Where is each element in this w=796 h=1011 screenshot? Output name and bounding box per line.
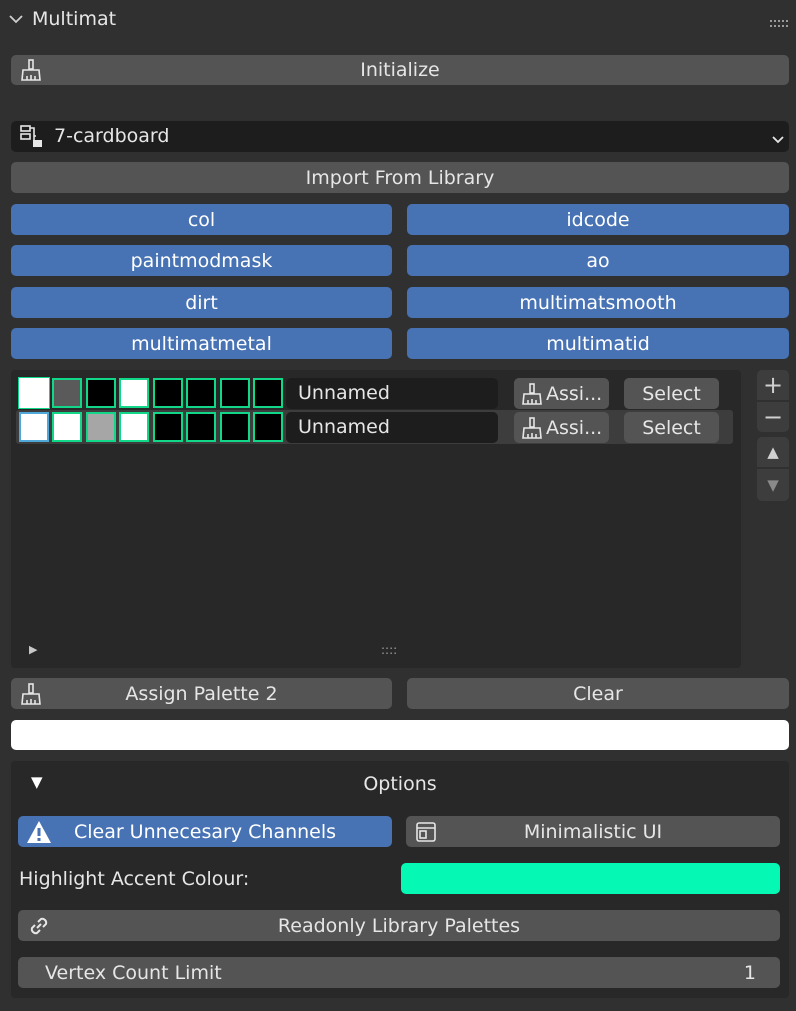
clear-button[interactable]: Clear bbox=[407, 678, 789, 709]
palette-swatch[interactable] bbox=[19, 412, 49, 442]
select-label: Select bbox=[642, 416, 701, 439]
channel-label: ao bbox=[586, 249, 610, 272]
move-up-button[interactable]: ▲ bbox=[757, 437, 789, 467]
select-palette-button[interactable]: Select bbox=[624, 378, 719, 409]
options-title: Options bbox=[363, 773, 437, 795]
palette-name-field[interactable]: Unnamed bbox=[286, 378, 498, 409]
palette-swatch[interactable] bbox=[186, 378, 216, 408]
channel-button-multimatsmooth[interactable]: multimatsmooth bbox=[407, 287, 789, 318]
initialize-button[interactable]: Initialize bbox=[11, 55, 789, 85]
palette-swatch[interactable] bbox=[86, 412, 116, 442]
import-label: Import From Library bbox=[305, 166, 495, 189]
select-palette-button[interactable]: Select bbox=[624, 412, 719, 443]
palette-swatch[interactable] bbox=[119, 378, 149, 408]
material-name: 7-cardboard bbox=[54, 125, 170, 147]
readonly-library-palettes-toggle[interactable]: Readonly Library Palettes bbox=[18, 910, 780, 941]
channel-button-paintmodmask[interactable]: paintmodmask bbox=[11, 245, 392, 276]
highlight-accent-label: Highlight Accent Colour: bbox=[19, 868, 250, 890]
vertex-limit-value: 1 bbox=[743, 961, 756, 984]
add-palette-button[interactable]: + bbox=[757, 370, 789, 400]
palette-name: Unnamed bbox=[298, 382, 390, 404]
palette-swatch[interactable] bbox=[52, 378, 82, 408]
palette-swatch[interactable] bbox=[86, 378, 116, 408]
chevron-down-icon bbox=[771, 130, 785, 152]
options-header[interactable]: ▼ Options bbox=[11, 761, 789, 807]
material-dropdown[interactable]: 7-cardboard bbox=[11, 121, 789, 152]
link-icon bbox=[26, 913, 52, 939]
options-panel: ▼ Options Clear Unnecesary Channels Mini… bbox=[11, 761, 789, 998]
palette-name: Unnamed bbox=[298, 416, 390, 438]
select-label: Select bbox=[642, 382, 701, 405]
channel-label: paintmodmask bbox=[130, 249, 273, 272]
palette-swatch[interactable] bbox=[18, 377, 50, 409]
triangle-down-icon: ▼ bbox=[767, 476, 779, 494]
channel-label: multimatsmooth bbox=[519, 291, 677, 314]
palette-swatch[interactable] bbox=[220, 378, 250, 408]
node-tree-icon bbox=[19, 124, 43, 153]
readonly-label: Readonly Library Palettes bbox=[277, 914, 521, 937]
brush-icon bbox=[19, 682, 43, 706]
assign-label: Assi... bbox=[546, 382, 603, 405]
channel-button-multimatmetal[interactable]: multimatmetal bbox=[11, 328, 392, 359]
minimalistic-ui-toggle[interactable]: Minimalistic UI bbox=[406, 816, 780, 847]
assign-label: Assi... bbox=[546, 416, 603, 439]
channel-button-multimatid[interactable]: multimatid bbox=[407, 328, 789, 359]
drag-grip-icon[interactable] bbox=[770, 12, 792, 34]
move-down-button[interactable]: ▼ bbox=[757, 469, 789, 501]
expand-filter-toggle[interactable]: ▶ bbox=[29, 643, 37, 656]
panel-header[interactable]: Multimat bbox=[0, 0, 796, 40]
channel-label: idcode bbox=[566, 208, 630, 231]
assign-palette-button[interactable]: Assi... bbox=[514, 412, 609, 443]
highlight-accent-color-swatch[interactable] bbox=[401, 863, 780, 894]
plus-icon: + bbox=[762, 371, 784, 399]
list-item[interactable]: Unnamed Assi... Select bbox=[16, 410, 733, 444]
assign-palette-button[interactable]: Assi... bbox=[514, 378, 609, 409]
assign-palette-2-button[interactable]: Assign Palette 2 bbox=[11, 678, 392, 709]
channel-button-col[interactable]: col bbox=[11, 204, 392, 235]
palette-swatch[interactable] bbox=[253, 412, 283, 442]
list-resize-grip[interactable]: :::: bbox=[381, 643, 397, 657]
brush-icon bbox=[520, 382, 544, 406]
active-color-field[interactable] bbox=[11, 720, 789, 750]
minimalistic-label: Minimalistic UI bbox=[523, 820, 663, 843]
channel-button-ao[interactable]: ao bbox=[407, 245, 789, 276]
list-item[interactable]: Unnamed Assi... Select bbox=[16, 376, 731, 410]
vertex-limit-label: Vertex Count Limit bbox=[45, 961, 222, 984]
panel-title: Multimat bbox=[32, 8, 117, 30]
channel-label: dirt bbox=[185, 291, 218, 314]
chevron-down-icon[interactable] bbox=[8, 10, 24, 32]
palette-name-field[interactable]: Unnamed bbox=[286, 412, 498, 443]
channel-label: multimatmetal bbox=[131, 332, 272, 355]
remove-palette-button[interactable]: − bbox=[757, 402, 789, 432]
palette-swatch[interactable] bbox=[119, 412, 149, 442]
clear-label: Clear bbox=[573, 682, 623, 705]
channel-label: col bbox=[187, 208, 216, 231]
palette-swatch[interactable] bbox=[220, 412, 250, 442]
clear-channels-label: Clear Unnecesary Channels bbox=[73, 820, 337, 843]
palette-swatch[interactable] bbox=[153, 412, 183, 442]
channel-button-dirt[interactable]: dirt bbox=[11, 287, 392, 318]
triangle-up-icon: ▲ bbox=[767, 443, 779, 461]
palette-swatch[interactable] bbox=[186, 412, 216, 442]
assign-palette-label: Assign Palette 2 bbox=[125, 682, 278, 705]
warning-icon bbox=[26, 820, 52, 844]
palette-swatch[interactable] bbox=[52, 412, 82, 442]
vertex-count-limit-field[interactable]: Vertex Count Limit 1 bbox=[18, 957, 780, 988]
minus-icon: − bbox=[762, 403, 784, 431]
window-icon bbox=[414, 820, 438, 844]
palette-swatch[interactable] bbox=[253, 378, 283, 408]
palette-list[interactable]: Unnamed Assi... Select Unnamed Assi... S… bbox=[11, 370, 741, 668]
palette-swatch[interactable] bbox=[153, 378, 183, 408]
initialize-label: Initialize bbox=[360, 59, 440, 81]
clear-unnecessary-channels-toggle[interactable]: Clear Unnecesary Channels bbox=[18, 816, 392, 847]
channel-label: multimatid bbox=[546, 332, 650, 355]
channel-button-idcode[interactable]: idcode bbox=[407, 204, 789, 235]
brush-icon bbox=[19, 58, 43, 82]
brush-icon bbox=[520, 416, 544, 440]
import-from-library-button[interactable]: Import From Library bbox=[11, 162, 789, 193]
